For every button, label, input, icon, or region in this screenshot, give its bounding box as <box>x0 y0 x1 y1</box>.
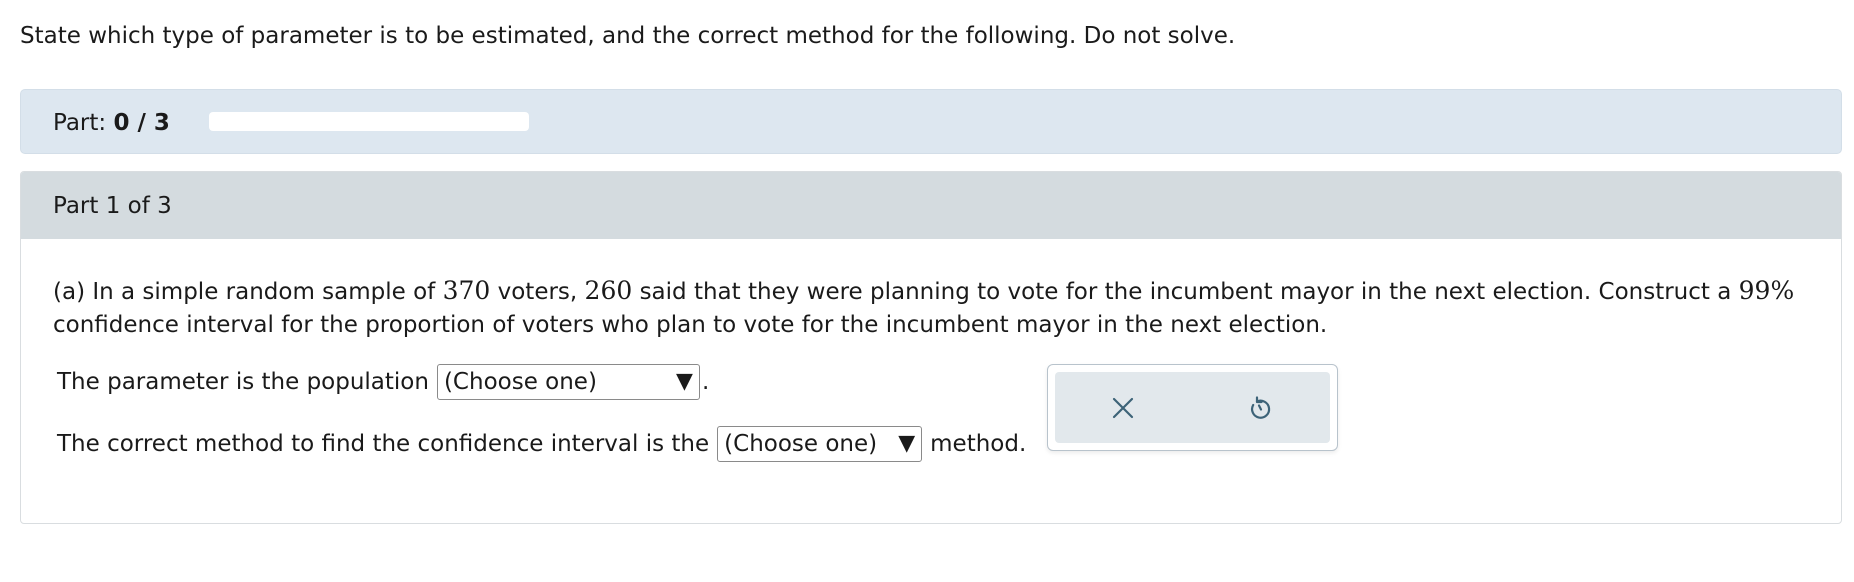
method-answer-line: The correct method to find the confidenc… <box>57 425 1026 463</box>
part-card: Part 1 of 3 (a) In a simple random sampl… <box>20 171 1842 524</box>
close-icon <box>1112 397 1134 419</box>
progress-track <box>209 112 529 131</box>
question-text: (a) In a simple random sample of 370 vot… <box>53 274 1813 342</box>
method-select-value: (Choose one) <box>724 431 878 457</box>
confidence-value: 99% <box>1738 276 1795 305</box>
parameter-trailing: . <box>701 369 710 395</box>
part-counter: Part: 0 / 3 <box>53 110 170 136</box>
question-prefix: (a) In a simple random sample of <box>53 279 436 305</box>
reset-button[interactable] <box>1243 390 1279 426</box>
answer-tools-inner <box>1055 372 1330 443</box>
instructions-text: State which type of parameter is to be e… <box>20 23 1236 49</box>
dropdown-arrow-icon: ▼ <box>676 369 693 394</box>
parameter-select-value: (Choose one) <box>443 369 597 395</box>
part-title: Part 1 of 3 <box>53 193 172 219</box>
dropdown-arrow-icon: ▼ <box>898 431 916 456</box>
method-trailing: method. <box>930 431 1027 457</box>
parameter-select[interactable]: (Choose one) ▼ <box>436 364 700 400</box>
count-value: 260 <box>584 276 633 305</box>
sample-size-value: 370 <box>442 276 491 305</box>
part-counter-label: Part: <box>53 110 107 136</box>
question-suffix: confidence interval for the proportion o… <box>53 312 1328 338</box>
part-header: Part 1 of 3 <box>21 172 1841 239</box>
question-mid1: voters, <box>497 279 578 305</box>
question-mid2: said that they were planning to vote for… <box>639 279 1732 305</box>
method-select[interactable]: (Choose one) ▼ <box>717 426 923 462</box>
answer-tools-panel <box>1047 364 1338 451</box>
clear-button[interactable] <box>1105 390 1141 426</box>
parameter-prompt: The parameter is the population <box>57 369 429 395</box>
part-counter-value: 0 / 3 <box>113 110 170 136</box>
method-prompt: The correct method to find the confidenc… <box>57 431 710 457</box>
undo-icon <box>1251 396 1271 419</box>
parameter-answer-line: The parameter is the population (Choose … <box>57 363 709 401</box>
part-progress-bar: Part: 0 / 3 <box>20 89 1842 154</box>
